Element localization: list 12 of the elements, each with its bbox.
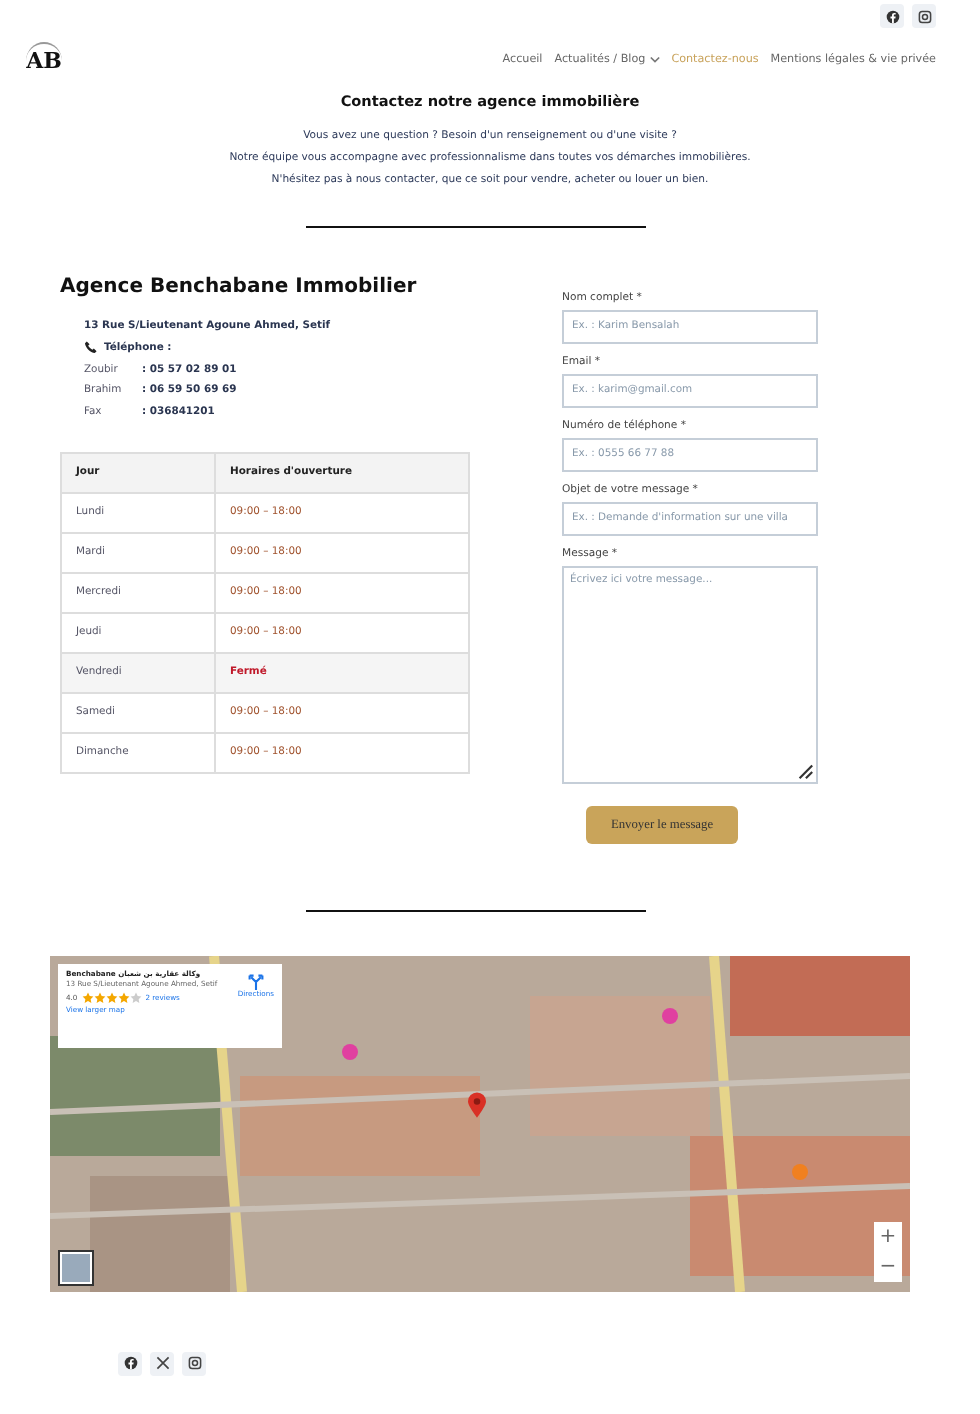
directions-icon: [247, 973, 264, 990]
phone-icon: [84, 340, 98, 355]
facebook-icon[interactable]: [118, 1351, 142, 1376]
instagram-icon[interactable]: [182, 1351, 206, 1376]
facebook-icon[interactable]: [880, 4, 904, 28]
map-layer-button[interactable]: [60, 1251, 92, 1284]
resize-handle-icon[interactable]: [796, 761, 814, 780]
instagram-icon[interactable]: [912, 4, 936, 28]
logo[interactable]: AB: [26, 41, 62, 79]
map-pin-icon: [468, 1091, 486, 1118]
x-icon[interactable]: [150, 1351, 174, 1376]
agency-name: Agence Benchabane Immobilier: [60, 275, 419, 298]
